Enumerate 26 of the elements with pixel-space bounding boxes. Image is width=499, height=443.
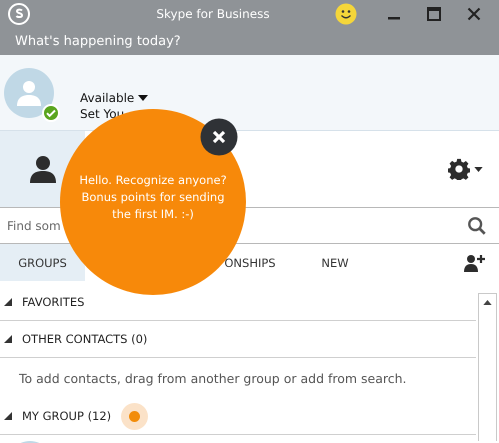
person-icon[interactable] (30, 155, 56, 183)
expand-triangle-icon[interactable] (4, 298, 12, 306)
expand-triangle-icon[interactable] (4, 335, 12, 343)
smiley-icon[interactable] (335, 2, 357, 24)
settings-icon (448, 158, 470, 180)
close-icon[interactable] (467, 6, 481, 20)
tab[interactable]: GROUPS (0, 244, 85, 281)
group-header[interactable]: FAVORITES (22, 295, 84, 309)
group-header[interactable]: MY GROUP (12) (22, 409, 112, 423)
window-title: Skype for Business (155, 6, 271, 20)
scrollbar[interactable] (478, 293, 497, 441)
scroll-up-icon[interactable] (483, 300, 492, 305)
maximize-icon[interactable] (427, 6, 441, 20)
tab[interactable]: ONSHIPS (215, 244, 285, 281)
presence-label[interactable]: Available (80, 90, 134, 104)
close-icon[interactable] (200, 118, 238, 156)
add-contact-icon[interactable] (464, 254, 486, 272)
avatar[interactable] (4, 68, 54, 118)
expand-triangle-icon[interactable] (4, 412, 12, 420)
caret-icon[interactable] (138, 94, 148, 100)
search-icon[interactable] (467, 216, 487, 236)
logo-icon (7, 2, 31, 26)
tab[interactable]: NEW (315, 244, 355, 281)
hint-text: To add contacts, drag from another group or add from search. (18, 370, 408, 388)
caret-icon (474, 166, 483, 172)
group-header[interactable]: OTHER CONTACTS (0) (22, 332, 148, 346)
